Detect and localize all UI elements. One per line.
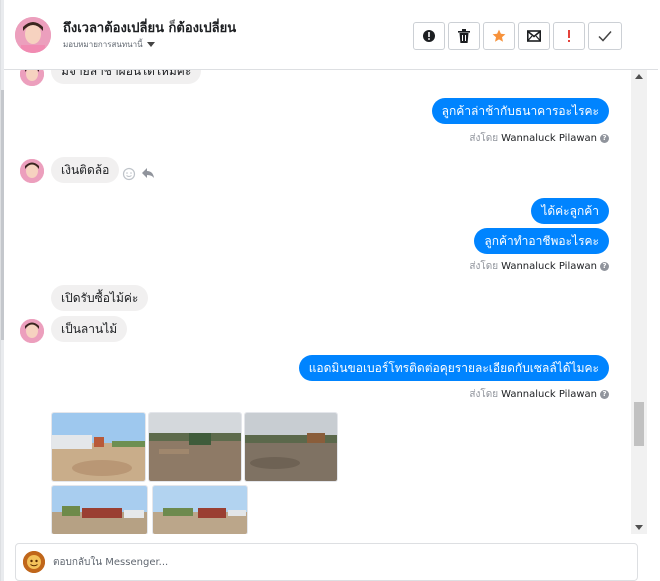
report-icon <box>423 30 435 42</box>
messenger-panel: ถึงเวลาต้องเปลี่ยน ก็ต้องเปลี่ยน มอบหมาย… <box>0 0 660 581</box>
exclamation-icon <box>568 30 570 42</box>
contact-avatar-small[interactable] <box>20 319 44 343</box>
chevron-down-icon <box>146 42 155 47</box>
scroll-up-arrow-icon[interactable] <box>635 74 643 79</box>
photo-attachment[interactable] <box>152 485 248 534</box>
sent-by-prefix: ส่งโดย <box>469 133 499 144</box>
scroll-down-arrow-icon[interactable] <box>635 525 643 530</box>
sender-name[interactable]: Wannaluck Pilawan <box>501 389 597 400</box>
contact-avatar[interactable] <box>15 17 51 53</box>
sender-name[interactable]: Wannaluck Pilawan <box>501 261 597 272</box>
trash-icon <box>458 29 470 43</box>
star-button[interactable] <box>483 22 515 50</box>
contact-avatar-small[interactable] <box>20 159 44 183</box>
sent-by-label: ส่งโดย Wannaluck Pilawan ? <box>469 259 609 274</box>
spam-button[interactable] <box>553 22 585 50</box>
photo-attachment[interactable] <box>51 412 146 482</box>
outgoing-message[interactable]: แอดมินขอเบอร์โทรติดต่อคุยรายละเอียดกับเซ… <box>298 355 609 381</box>
header-actions <box>413 22 622 50</box>
thread-scrollbar[interactable] <box>631 70 647 534</box>
mail-icon <box>527 30 541 42</box>
reply-input[interactable] <box>53 553 613 571</box>
mark-unread-button[interactable] <box>518 22 550 50</box>
photo-attachment[interactable] <box>51 485 148 534</box>
reply-composer[interactable] <box>15 543 638 581</box>
help-icon[interactable]: ? <box>600 262 609 271</box>
sent-by-label: ส่งโดย Wannaluck Pilawan ? <box>469 387 609 402</box>
assign-label: มอบหมายการสนทนานี้ <box>63 40 143 49</box>
outgoing-message[interactable]: ลูกค้าล่าช้ากับธนาคารอะไรคะ <box>431 98 609 124</box>
sender-name[interactable]: Wannaluck Pilawan <box>501 133 597 144</box>
scrollbar-thumb[interactable] <box>634 402 644 446</box>
delete-button[interactable] <box>448 22 480 50</box>
emoji-react-icon[interactable] <box>122 167 136 181</box>
incoming-message[interactable]: เปิดรับซื้อไม้ค่ะ <box>51 285 149 311</box>
sent-by-label: ส่งโดย Wannaluck Pilawan ? <box>469 131 609 146</box>
reply-icon[interactable] <box>141 167 155 179</box>
incoming-message[interactable]: เป็นลานไม้ <box>51 316 128 342</box>
report-button[interactable] <box>413 22 445 50</box>
conversation-title: ถึงเวลาต้องเปลี่ยน ก็ต้องเปลี่ยน <box>63 21 237 36</box>
mark-done-button[interactable] <box>588 22 622 50</box>
help-icon[interactable]: ? <box>600 390 609 399</box>
outgoing-message[interactable]: ได้ค่ะลูกค้า <box>531 198 609 224</box>
incoming-message[interactable]: เงินติดล้อ <box>51 157 120 183</box>
outgoing-message[interactable]: ลูกค้าทำอาชีพอะไรคะ <box>474 228 609 254</box>
conversation-header: ถึงเวลาต้องเปลี่ยน ก็ต้องเปลี่ยน มอบหมาย… <box>4 0 658 70</box>
photo-attachment[interactable] <box>244 412 338 482</box>
message-thread[interactable]: มีจ่ายล่าช้าผ่อนได้ไหมคะ ลูกค้าล่าช้ากับ… <box>4 70 631 534</box>
sent-by-prefix: ส่งโดย <box>469 389 499 400</box>
incoming-message[interactable]: มีจ่ายล่าช้าผ่อนได้ไหมคะ <box>51 70 202 84</box>
check-icon <box>598 31 612 42</box>
help-icon[interactable]: ? <box>600 134 609 143</box>
page-avatar <box>23 551 45 573</box>
contact-avatar-small[interactable] <box>20 70 44 86</box>
star-icon <box>492 29 506 42</box>
sent-by-prefix: ส่งโดย <box>469 261 499 272</box>
photo-attachment[interactable] <box>148 412 242 482</box>
assign-conversation-dropdown[interactable]: มอบหมายการสนทนานี้ <box>63 38 155 51</box>
